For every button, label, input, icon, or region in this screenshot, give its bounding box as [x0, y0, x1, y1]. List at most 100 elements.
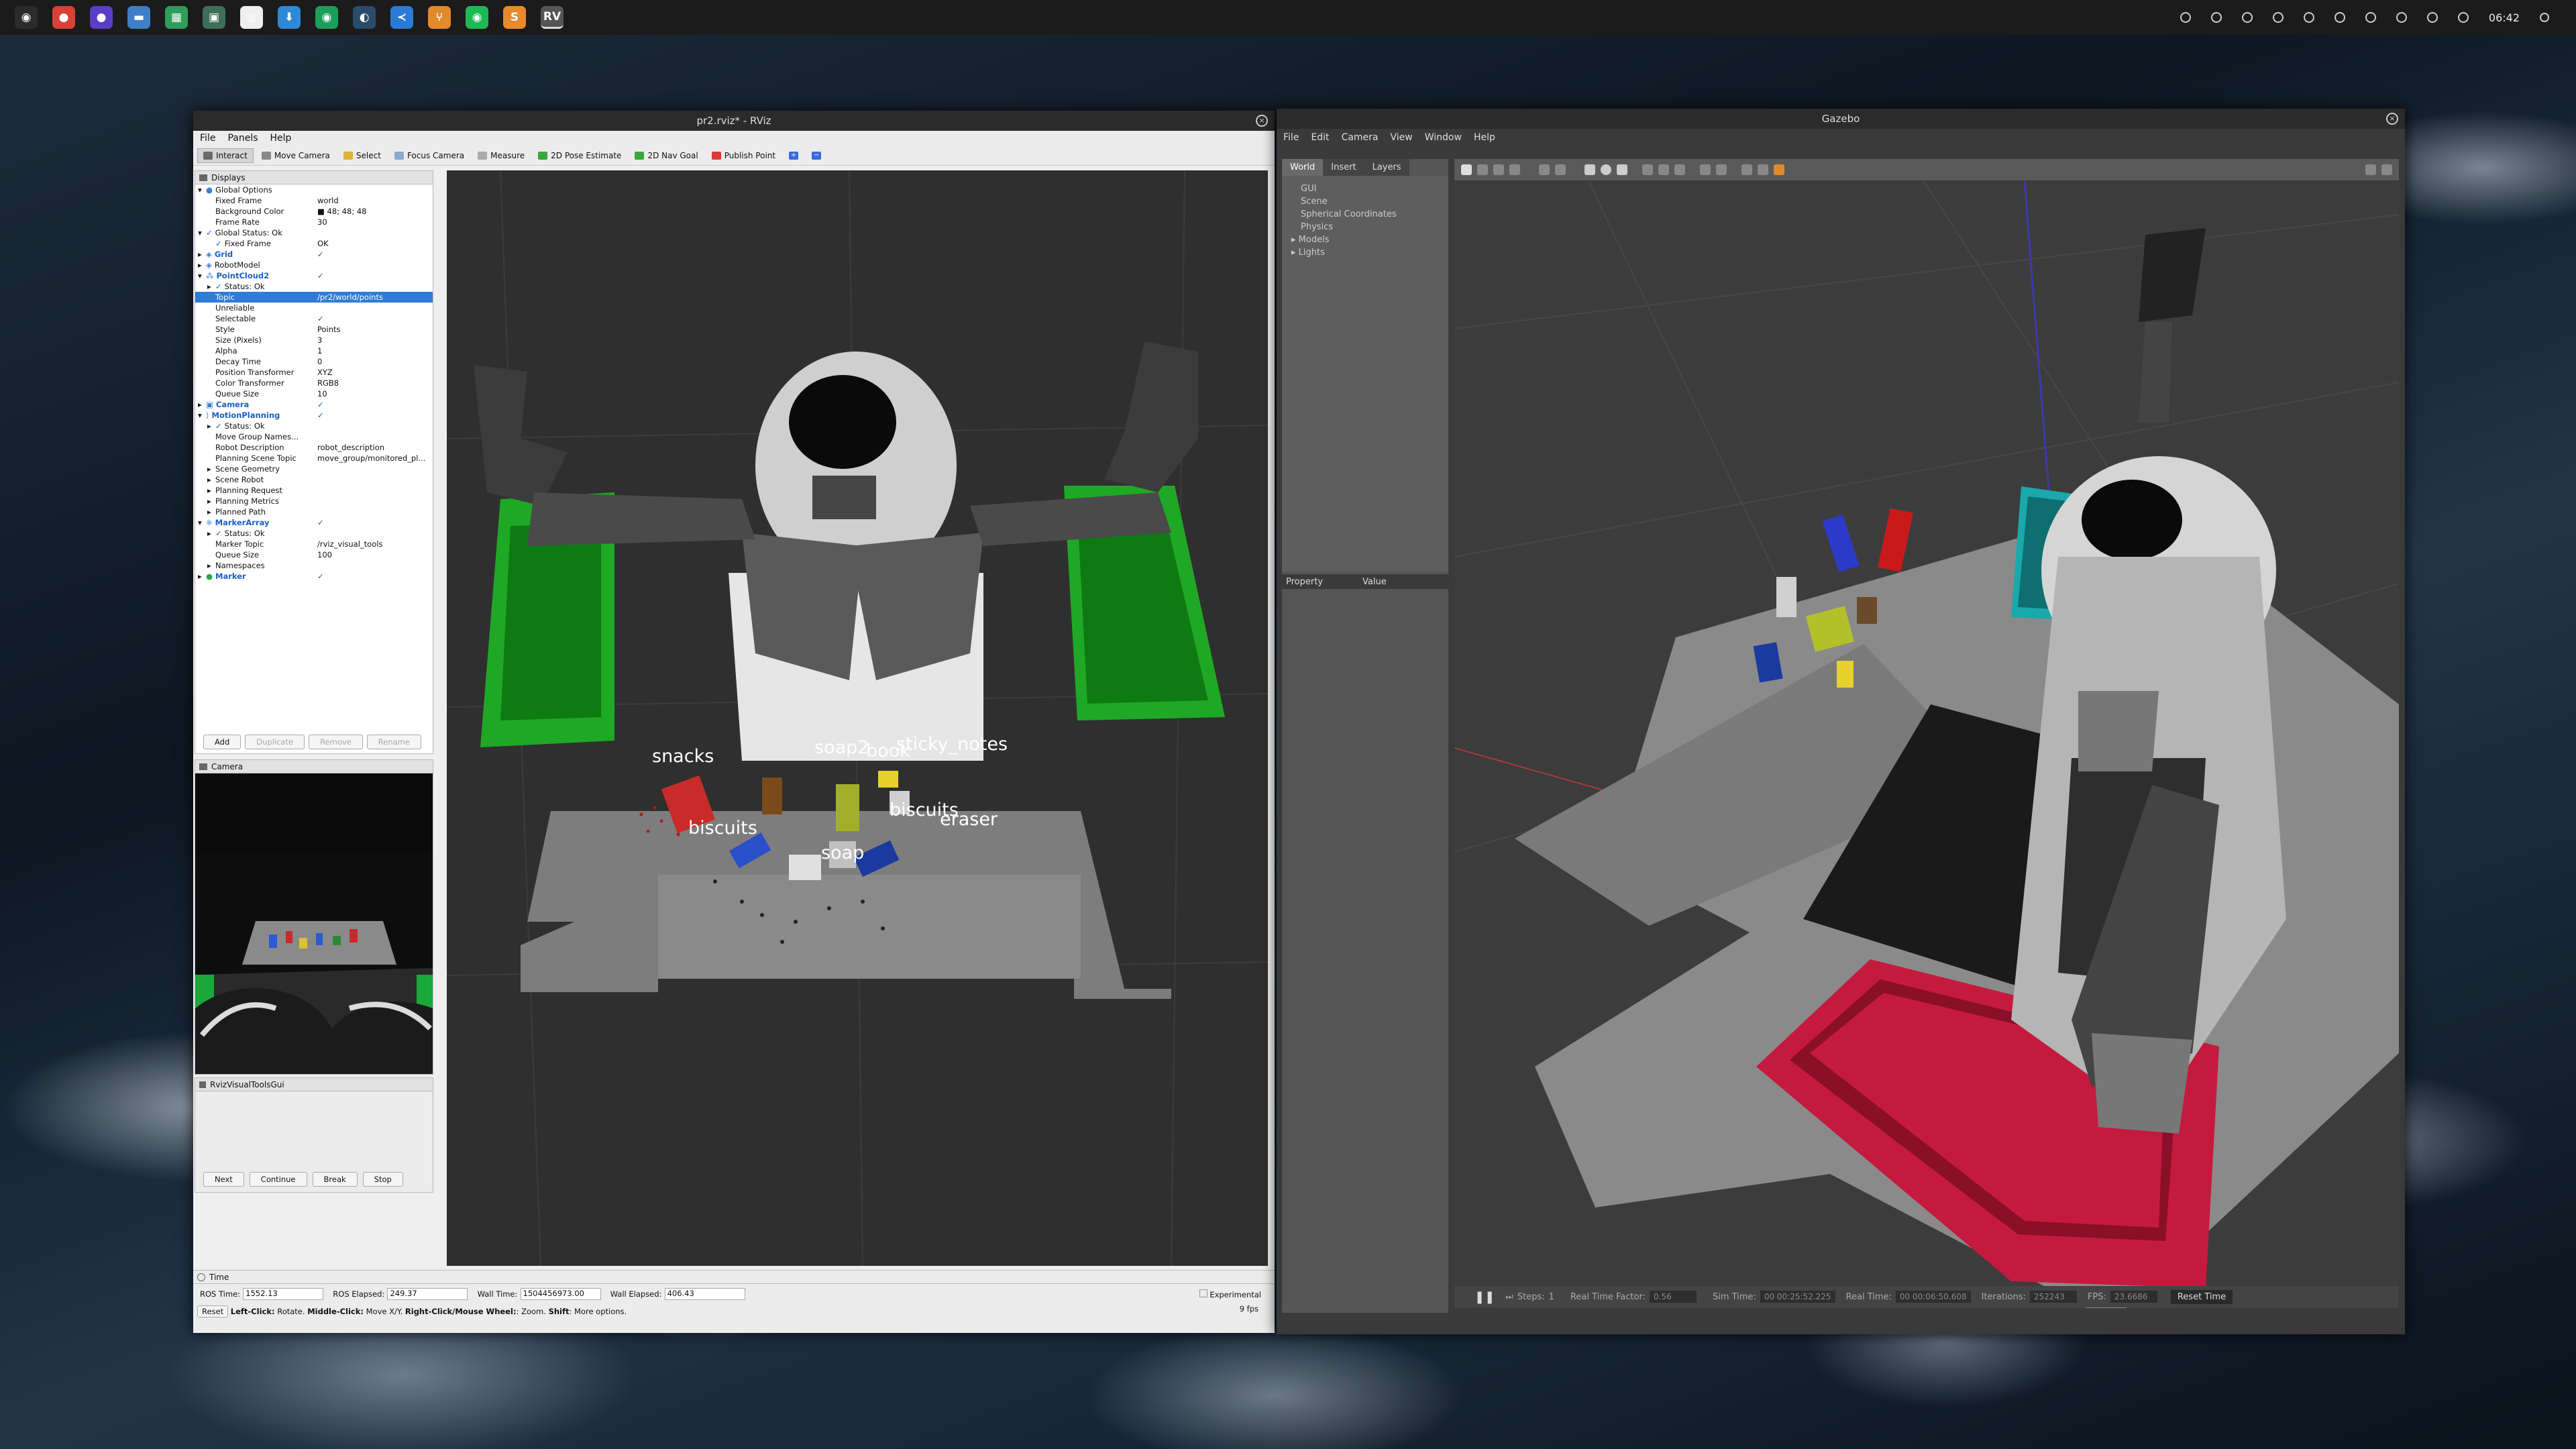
tab-world[interactable]: World	[1282, 159, 1324, 176]
property-value[interactable]: ✓	[315, 572, 324, 581]
expand-arrow-icon[interactable]: ▸	[198, 260, 206, 270]
expand-arrow-icon[interactable]: ▸	[207, 421, 215, 431]
select-icon[interactable]	[1461, 164, 1472, 175]
gazebo-titlebar[interactable]: Gazebo ×	[1277, 109, 2405, 129]
expand-arrow-icon[interactable]: ▾	[198, 271, 206, 280]
tool-select[interactable]: Select	[338, 149, 386, 162]
bluetooth-icon[interactable]	[2365, 12, 2376, 23]
tool-move-camera[interactable]: Move Camera	[256, 149, 335, 162]
tool-measure[interactable]: Measure	[472, 149, 530, 162]
tree-row[interactable]: ▸ ✓ Status: Ok	[195, 528, 433, 539]
wifi-icon[interactable]	[2396, 12, 2407, 23]
tree-row[interactable]: ▸ Planning Metrics	[195, 496, 433, 506]
menu-view[interactable]: View	[1391, 132, 1413, 143]
rviz-titlebar[interactable]: pr2.rviz* - RViz ×	[193, 111, 1275, 131]
volume-icon[interactable]	[2426, 12, 2438, 23]
tree-row[interactable]: Size (Pixels) 3	[195, 335, 433, 345]
expand-arrow-icon[interactable]: ▸	[207, 529, 215, 538]
world-item-scene[interactable]: Scene	[1282, 195, 1448, 208]
snap-icon[interactable]	[1758, 164, 1768, 175]
wall-time-field[interactable]: 1504456973.00	[520, 1288, 601, 1300]
continue-button[interactable]: Continue	[249, 1172, 307, 1187]
monitor-icon[interactable]: ▣	[203, 6, 225, 29]
property-value[interactable]: ✓	[315, 411, 324, 420]
box-icon[interactable]	[1585, 164, 1595, 175]
tree-row[interactable]: Position Transformer XYZ	[195, 367, 433, 378]
circle-icon[interactable]	[2272, 12, 2284, 23]
tree-row[interactable]: Queue Size 10	[195, 388, 433, 399]
reset-time-button[interactable]: Reset Time	[2170, 1289, 2233, 1304]
translate-icon[interactable]	[1477, 164, 1488, 175]
tab-layers[interactable]: Layers	[1364, 159, 1409, 176]
expand-arrow-icon[interactable]: ▸	[207, 464, 215, 474]
tool-zoom-8[interactable]: +	[784, 150, 804, 162]
tree-row[interactable]: Move Group Names...	[195, 431, 433, 442]
tool-focus-camera[interactable]: Focus Camera	[389, 149, 470, 162]
firefox-icon[interactable]: ●	[90, 6, 113, 29]
ros-time-field[interactable]: 1552.13	[243, 1288, 324, 1300]
tree-row[interactable]: Robot Description robot_description	[195, 442, 433, 453]
tree-row[interactable]: ▸ Planned Path	[195, 506, 433, 517]
property-value[interactable]: ✓	[315, 400, 324, 409]
tab-insert[interactable]: Insert	[1323, 159, 1364, 176]
vscode-icon[interactable]: ≺	[390, 6, 413, 29]
expand-arrow-icon[interactable]: ▸	[207, 561, 215, 570]
tree-row[interactable]: ▸ Planning Request	[195, 485, 433, 496]
camera-image[interactable]	[195, 773, 433, 1074]
world-item-models[interactable]: ▸ Models	[1282, 233, 1448, 246]
property-value[interactable]: ✓	[315, 271, 324, 280]
tree-row[interactable]: ▸ Namespaces	[195, 560, 433, 571]
tree-row[interactable]: ▸ ✓ Status: Ok	[195, 421, 433, 431]
ros-elapsed-field[interactable]: 249.37	[387, 1288, 468, 1300]
chrome-icon[interactable]: ●	[52, 6, 75, 29]
tree-row[interactable]: ▸ ● Marker ✓	[195, 571, 433, 582]
spotify-alt-icon[interactable]: ◉	[315, 6, 338, 29]
tree-row[interactable]: ▸ ▣ Camera ✓	[195, 399, 433, 410]
tree-row[interactable]: ▾ ⁜ MarkerArray ✓	[195, 517, 433, 528]
git-icon[interactable]: ⑂	[428, 6, 451, 29]
cylinder-icon[interactable]	[1617, 164, 1627, 175]
property-value[interactable]: ■ 48; 48; 48	[315, 207, 366, 216]
step-icon[interactable]: ⏭	[1505, 1292, 1513, 1302]
rviz-3d-view[interactable]: snacks soap2 book sticky_notes biscuits …	[447, 170, 1268, 1266]
log-icon[interactable]	[2381, 164, 2392, 175]
menu-file[interactable]: File	[1283, 132, 1299, 143]
tool-interact[interactable]: Interact	[197, 148, 254, 163]
tool-2d-pose-estimate[interactable]: 2D Pose Estimate	[533, 149, 627, 162]
tree-row[interactable]: ▾ ● Global Options	[195, 184, 433, 195]
property-value[interactable]: XYZ	[315, 368, 333, 377]
align-icon[interactable]	[1741, 164, 1752, 175]
point-light-icon[interactable]	[1642, 164, 1653, 175]
dropbox-icon[interactable]	[2210, 12, 2222, 23]
menu-edit[interactable]: Edit	[1311, 132, 1329, 143]
expand-arrow-icon[interactable]: ▸	[207, 496, 215, 506]
tree-row[interactable]: Unreliable	[195, 303, 433, 313]
tree-row[interactable]: ▸ Scene Geometry	[195, 464, 433, 474]
tree-row[interactable]: Alpha 1	[195, 345, 433, 356]
property-value[interactable]: /pr2/world/points	[315, 292, 383, 302]
tree-row[interactable]: Fixed Frame world	[195, 195, 433, 206]
sublime-icon[interactable]: S	[503, 6, 526, 29]
rviz-icon[interactable]: RV	[541, 6, 564, 29]
spotify-icon[interactable]: ◉	[466, 6, 488, 29]
app-icon[interactable]: ◐	[353, 6, 376, 29]
property-value[interactable]: RGB8	[315, 378, 339, 388]
world-item-lights[interactable]: ▸ Lights	[1282, 246, 1448, 259]
property-value[interactable]: OK	[315, 239, 329, 248]
menu-camera[interactable]: Camera	[1342, 132, 1379, 143]
directional-light-icon[interactable]	[1674, 164, 1685, 175]
expand-arrow-icon[interactable]: ▾	[198, 411, 206, 420]
github-icon[interactable]: ◎	[240, 6, 263, 29]
network-icon[interactable]	[2180, 12, 2191, 23]
expand-arrow-icon[interactable]: ▸	[207, 282, 215, 291]
tool-zoom-9[interactable]: −	[806, 150, 826, 162]
screenshot-icon[interactable]	[2365, 164, 2376, 175]
tool-2d-nav-goal[interactable]: 2D Nav Goal	[629, 149, 703, 162]
menu-window[interactable]: Window	[1425, 132, 1462, 143]
next-button[interactable]: Next	[203, 1172, 244, 1187]
expand-arrow-icon[interactable]: ▸	[198, 572, 206, 581]
world-item-gui[interactable]: GUI	[1282, 182, 1448, 195]
expand-arrow-icon[interactable]: ▾	[198, 185, 206, 195]
add-button[interactable]: Add	[203, 735, 241, 749]
pause-icon[interactable]: ❚❚	[1474, 1290, 1495, 1304]
